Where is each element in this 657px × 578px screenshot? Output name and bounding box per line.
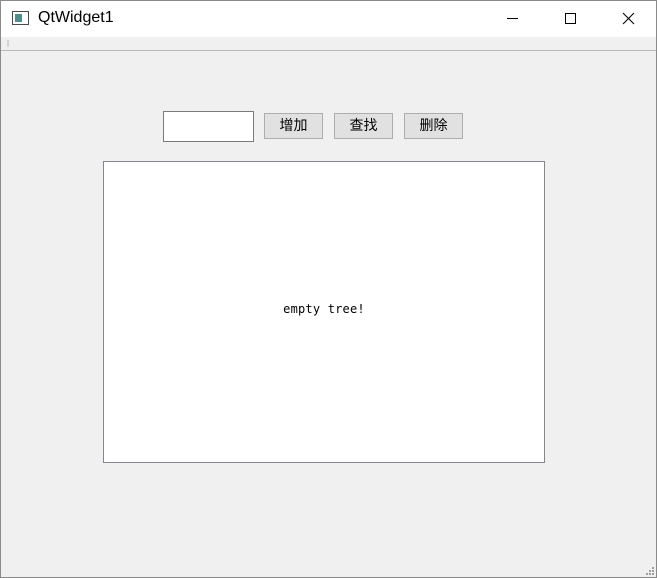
toolbar-grip-icon[interactable] (7, 40, 9, 47)
window-title: QtWidget1 (38, 9, 114, 26)
value-input[interactable] (163, 111, 254, 142)
add-button[interactable]: 增加 (264, 113, 323, 139)
tree-view-panel[interactable]: empty tree! (103, 161, 545, 463)
find-button[interactable]: 查找 (334, 113, 393, 139)
app-window-icon (12, 11, 29, 25)
minimize-button[interactable] (483, 1, 541, 37)
main-window: QtWidget1 增加 查找 删除 empty tree! (0, 0, 657, 578)
minimize-icon (507, 18, 518, 19)
title-bar[interactable]: QtWidget1 (1, 1, 656, 37)
close-icon (622, 12, 635, 25)
maximize-icon (565, 13, 576, 24)
close-button[interactable] (599, 1, 657, 37)
size-grip-icon[interactable] (644, 565, 654, 575)
empty-tree-message: empty tree! (283, 302, 365, 316)
toolbar-area (1, 37, 656, 51)
maximize-button[interactable] (541, 1, 599, 37)
delete-button[interactable]: 删除 (404, 113, 463, 139)
